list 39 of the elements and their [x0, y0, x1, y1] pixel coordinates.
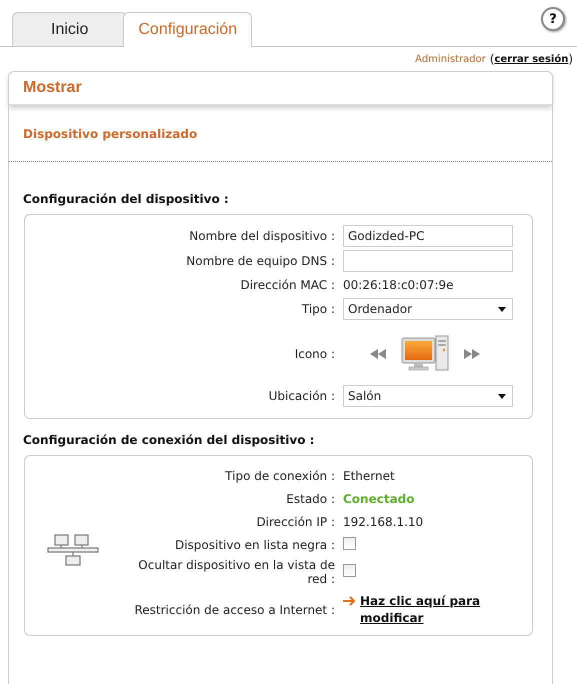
- parenthesis: (: [490, 52, 494, 66]
- field-label: Nombre del dispositivo :: [188, 229, 335, 243]
- network-icon: [47, 534, 99, 566]
- arrow-icon: [343, 596, 356, 606]
- tab[interactable]: Configuración: [123, 12, 252, 47]
- field-label: Estado :: [285, 492, 335, 506]
- logout-link[interactable]: cerrar sesión: [494, 54, 568, 64]
- input-field[interactable]: [343, 250, 513, 272]
- field-label: Nombre de equipo DNS :: [185, 254, 335, 268]
- modify-link[interactable]: Haz clic aquí para modificar: [360, 593, 503, 627]
- field-label: Ubicación :: [268, 389, 335, 403]
- caret-icon: [498, 394, 506, 398]
- input-field[interactable]: Godizded-PC: [343, 225, 513, 247]
- caret-icon: [498, 306, 506, 312]
- help-button[interactable]: ?: [541, 7, 565, 31]
- user-name: Administrador: [415, 54, 486, 64]
- parenthesis: ): [568, 52, 573, 66]
- next-icon[interactable]: [463, 349, 481, 359]
- checkbox[interactable]: [343, 537, 356, 550]
- field-label: Tipo :: [300, 302, 335, 316]
- field-label: Dirección IP :: [255, 515, 335, 529]
- previous-icon[interactable]: [369, 349, 387, 359]
- checkbox[interactable]: [343, 564, 356, 577]
- field-value: Ethernet: [343, 469, 395, 483]
- subtitle: Dispositivo personalizado: [22, 126, 198, 143]
- field-label: Ocultar dispositivo en la vista de red :: [137, 558, 335, 586]
- field-label: Icono :: [294, 347, 335, 361]
- section-title: Configuración del dispositivo :: [22, 191, 230, 208]
- field-value: 00:26:18:c0:07:9e: [343, 278, 454, 292]
- status-value: Conectado: [343, 492, 415, 506]
- dropdown[interactable]: Salón: [343, 385, 513, 407]
- field-label: Tipo de conexión :: [224, 469, 335, 483]
- field-label: Dispositivo en lista negra :: [174, 538, 335, 552]
- field-label: Restricción de acceso a Internet :: [133, 603, 335, 617]
- field-value: 192.168.1.10: [343, 515, 424, 529]
- section-title: Configuración de conexión del dispositivo :: [22, 432, 316, 449]
- dropdown[interactable]: Ordenador: [343, 298, 513, 320]
- field-label: Dirección MAC :: [239, 278, 335, 292]
- panel-title: Mostrar: [23, 79, 82, 97]
